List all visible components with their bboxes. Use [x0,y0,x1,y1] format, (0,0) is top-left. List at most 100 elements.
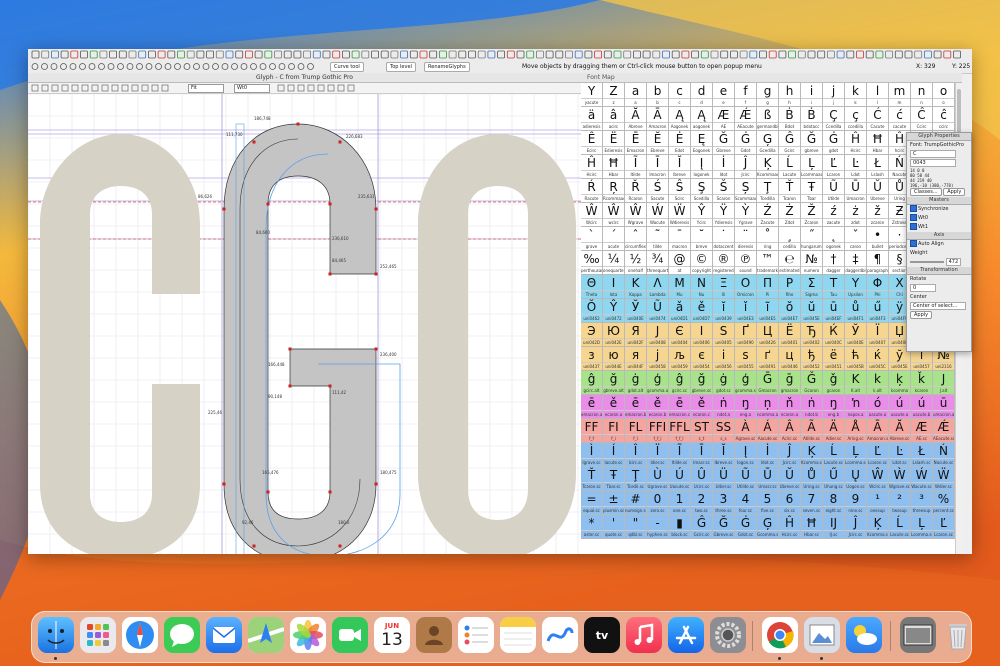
glyph-tool-icon[interactable] [51,84,59,92]
glyph-cell[interactable]: ½ onehalf [625,251,647,275]
launchpad-icon[interactable] [80,617,116,653]
toolbar-button-icon[interactable] [924,50,932,59]
glyph-cell[interactable]: ee [713,83,735,107]
glyph-cell[interactable]: ˛ ogonek [823,227,845,251]
glyph-cell[interactable]: kk [845,83,867,107]
toolbar-button-icon[interactable] [70,50,79,59]
curve-tool-select[interactable]: Curve tool [330,62,364,72]
glyph-cell[interactable]: Ă Abreve [625,107,647,131]
glyph-cell[interactable]: • bullet [867,227,889,251]
glyph-cell[interactable]: ˙ dotaccent [713,227,735,251]
glyph-cell[interactable]: @ at [669,251,691,275]
toolbar-button-icon[interactable] [516,50,525,59]
glyph-cell[interactable]: ē emacron.b [625,395,647,419]
glyph-cell[interactable]: Yyacute [581,83,603,107]
glyph-cell[interactable]: Ľ Lcaron.sc [867,443,889,467]
toolbar-button-icon[interactable] [157,50,166,59]
glyph-cell[interactable]: 1 one.sc [669,491,691,515]
glyph-cell[interactable]: ff [735,83,757,107]
glyph-cell[interactable]: Ų Uogon.sc [845,467,867,491]
glyph-cell[interactable]: Ґuni0490 [735,323,757,347]
glyph-cell[interactable]: Ï Idier.sc [647,443,669,467]
glyph-cell[interactable]: Ỳ Ygrave [735,203,757,227]
glyph-cell[interactable]: ¹ onesup [867,491,889,515]
tool-icon[interactable] [269,63,276,70]
toolbar-button-icon[interactable] [312,50,321,59]
mail-icon[interactable] [206,617,242,653]
safari-icon[interactable] [122,617,158,653]
glyph-cell[interactable]: " qdbl.sc [625,515,647,539]
glyph-cell[interactable]: ġ gdot.sc [713,371,735,395]
glyph-cell[interactable]: Į Iogonek [691,155,713,179]
glyph-cell[interactable]: FF f_f [581,419,603,443]
glyph-cell[interactable]: ú uacute.a [889,395,911,419]
toolbar-button-icon[interactable] [341,50,350,59]
glyph-cell[interactable]: Š Scaron [713,179,735,203]
glyph-cell[interactable]: ℮ estimated [779,251,801,275]
glyph-cell[interactable]: Ŷ Ycirc [691,203,713,227]
glyph-tool-icon[interactable] [307,84,315,92]
glyph-cell[interactable]: Ū Umacr.sc [757,467,779,491]
glyph-cell[interactable]: ŋ eng.a [735,395,757,419]
glyph-tool-icon[interactable] [161,84,169,92]
freeform-icon[interactable] [542,617,578,653]
glyph-cell[interactable]: Ẃ Wacute.sc [911,467,933,491]
glyph-cell[interactable]: ' quote.sc [603,515,625,539]
toolbar-button-icon[interactable] [177,50,185,59]
glyph-cell[interactable]: FFI f_f_i [647,419,669,443]
glyph-cell[interactable]: ě ecaron.a [603,395,625,419]
glyph-cell[interactable]: љ uni0459 [669,347,691,371]
glyph-cell[interactable]: Ù Ugrave.sc [647,467,669,491]
toolbar-button-icon[interactable] [797,50,806,59]
glyph-tool-icon[interactable] [277,84,285,92]
tool-icon[interactable] [278,63,286,70]
glyph-cell[interactable]: Ÿ Ydieresis [713,203,735,227]
glyph-cell[interactable]: K K.alt [845,371,867,395]
tool-icon[interactable] [145,63,153,70]
auto-align-checkbox[interactable] [910,240,917,247]
glyph-tool-icon[interactable] [121,84,129,92]
glyph-cell[interactable]: ‰perthousand [581,251,603,275]
weight-value[interactable]: 472 [945,258,962,266]
glyph-cell[interactable]: Ũ Utilde.sc [735,467,757,491]
glyph-cell[interactable]: ṅ ndot.b [801,395,823,419]
glyph-cell[interactable]: Ι Iota [603,275,625,299]
glyph-cell[interactable]: 3 three.sc [713,491,735,515]
toolbar-button-icon[interactable] [856,50,864,59]
glyph-cell[interactable]: ▮ block.sc [669,515,691,539]
chrome-icon[interactable] [762,617,798,653]
outline-node[interactable] [296,122,300,126]
glyph-cell[interactable]: Ķ Kcomma.sc [801,443,823,467]
glyph-cell[interactable]: Ű Uhung.sc [823,467,845,491]
glyph-cell[interactable]: Ů Uring.sc [801,467,823,491]
glyph-cell[interactable]: Ć Cacute [867,107,889,131]
glyph-cell[interactable]: Ħ Hbar [603,155,625,179]
outline-node[interactable] [288,347,292,351]
glyph-cell[interactable]: ± plusmin.sc [603,491,625,515]
outline-node[interactable] [374,207,378,211]
toolbar-button-icon[interactable] [914,50,923,59]
glyph-cell[interactable]: Ú Uacute.sc [669,467,691,491]
glyph-cell[interactable]: Å Aring.sc [845,419,867,443]
glyph-cell[interactable]: ğ gbreve.sc [691,371,713,395]
glyph-cell[interactable]: ŭ uni045E [801,299,823,323]
glyph-cell[interactable]: Ёuni0401 [779,323,801,347]
glyph-cell[interactable]: - hyphen.sc [647,515,669,539]
glyph-cell[interactable]: Ŵ Wcirc [581,203,603,227]
toolbar-button-icon[interactable] [409,50,418,59]
weather-icon[interactable] [846,617,882,653]
toolbar-button-icon[interactable] [497,50,506,59]
glyph-cell[interactable]: 2 two.sc [691,491,713,515]
toolbar-button-icon[interactable] [186,50,195,59]
toolbar-button-icon[interactable] [400,50,409,59]
glyph-cell[interactable]: Ť Tcaron [779,179,801,203]
toolbar-button-icon[interactable] [41,50,50,59]
edited-glyph-g[interactable] [223,123,377,554]
glyph-cell[interactable]: ll [867,83,889,107]
glyph-cell[interactable]: Ĝ Gcirc.sc [691,515,713,539]
glyph-cell[interactable]: ˝hungarumlaut [801,227,823,251]
glyph-cell[interactable]: ` grave [581,227,603,251]
toolbar-button-icon[interactable] [351,50,360,59]
tool-icon[interactable] [164,63,172,70]
glyph-cell[interactable]: Ũ Utilde [823,179,845,203]
